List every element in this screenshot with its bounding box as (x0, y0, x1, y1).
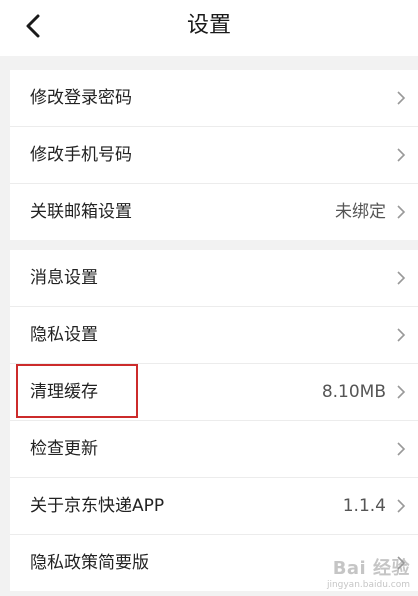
watermark-url: jingyan.baidu.com (326, 580, 410, 590)
chevron-right-icon (397, 205, 406, 219)
watermark: Bai 经验 jingyan.baidu.com (327, 554, 410, 590)
app-settings-card: 消息设置 隐私设置 清理缓存 8.10MB 检查更新 关于京东快递APP 1.1… (10, 250, 418, 591)
row-label: 修改登录密码 (30, 88, 132, 108)
row-label: 修改手机号码 (30, 145, 132, 165)
settings-row-check-update[interactable]: 检查更新 (10, 421, 418, 478)
account-settings-card: 修改登录密码 修改手机号码 关联邮箱设置 未绑定 (10, 70, 418, 240)
version-value: 1.1.4 (342, 496, 386, 516)
row-label: 隐私设置 (30, 325, 98, 345)
chevron-right-icon (397, 499, 406, 513)
row-label: 消息设置 (30, 268, 98, 288)
chevron-right-icon (397, 385, 406, 399)
watermark-brand: Bai 经验 (332, 558, 410, 579)
chevron-right-icon (397, 328, 406, 342)
chevron-right-icon (397, 148, 406, 162)
settings-row-change-phone[interactable]: 修改手机号码 (10, 127, 418, 184)
email-status-value: 未绑定 (335, 202, 386, 222)
chevron-right-icon (397, 91, 406, 105)
row-label: 检查更新 (30, 439, 98, 459)
chevron-right-icon (397, 442, 406, 456)
settings-row-email[interactable]: 关联邮箱设置 未绑定 (10, 184, 418, 240)
page-title: 设置 (186, 13, 231, 38)
settings-row-change-password[interactable]: 修改登录密码 (10, 70, 418, 127)
settings-row-clear-cache[interactable]: 清理缓存 8.10MB (10, 364, 418, 421)
settings-row-privacy[interactable]: 隐私设置 (10, 307, 418, 364)
row-label: 关联邮箱设置 (30, 202, 132, 222)
chevron-right-icon (397, 271, 406, 285)
top-bar: 设置 (0, 0, 418, 56)
row-label: 清理缓存 (30, 382, 98, 402)
cache-size-value: 8.10MB (321, 382, 386, 402)
settings-row-about[interactable]: 关于京东快递APP 1.1.4 (10, 478, 418, 535)
row-label: 关于京东快递APP (30, 496, 165, 516)
row-label: 隐私政策简要版 (30, 553, 149, 573)
settings-row-messages[interactable]: 消息设置 (10, 250, 418, 307)
